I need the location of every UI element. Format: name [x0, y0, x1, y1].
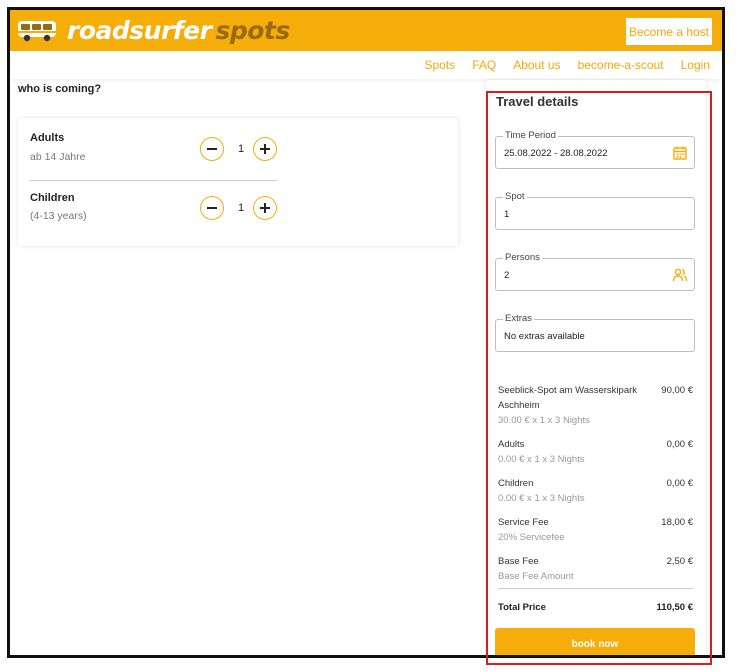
- children-count: 1: [237, 202, 245, 214]
- nav-become-a-scout[interactable]: become-a-scout: [578, 58, 664, 72]
- children-sub: (4-13 years): [30, 210, 87, 222]
- children-increment-button[interactable]: [253, 196, 277, 220]
- nav-about-us[interactable]: About us: [513, 58, 560, 72]
- adults-sub: ab 14 Jahre: [30, 151, 86, 163]
- header-bar: roadsurfer spots Become a host: [10, 10, 722, 51]
- logo-primary: roadsurfer: [67, 15, 212, 45]
- nav-spots[interactable]: Spots: [425, 58, 456, 72]
- nav-faq[interactable]: FAQ: [472, 58, 496, 72]
- logo-secondary: spots: [215, 15, 290, 45]
- minus-icon: [207, 207, 217, 209]
- adults-count: 1: [237, 143, 245, 155]
- guests-divider: [30, 180, 277, 181]
- logo[interactable]: roadsurfer spots: [17, 14, 290, 46]
- highlight-box: [486, 91, 712, 665]
- guests-card: Adults ab 14 Jahre 1 Children (4-13 year…: [18, 118, 458, 246]
- guests-title: who is coming?: [18, 83, 102, 95]
- plus-icon: [260, 144, 270, 154]
- minus-icon: [207, 148, 217, 150]
- children-decrement-button[interactable]: [200, 196, 224, 220]
- logo-text: roadsurfer spots: [67, 16, 290, 45]
- nav-bar: Spots FAQ About us become-a-scout Login: [10, 51, 722, 79]
- plus-icon: [260, 203, 270, 213]
- nav-login[interactable]: Login: [681, 58, 710, 72]
- become-host-button[interactable]: Become a host: [626, 18, 712, 45]
- adults-label: Adults: [30, 132, 65, 144]
- adults-increment-button[interactable]: [253, 137, 277, 161]
- adults-decrement-button[interactable]: [200, 137, 224, 161]
- children-label: Children: [30, 192, 75, 204]
- van-logo-icon: [18, 21, 56, 42]
